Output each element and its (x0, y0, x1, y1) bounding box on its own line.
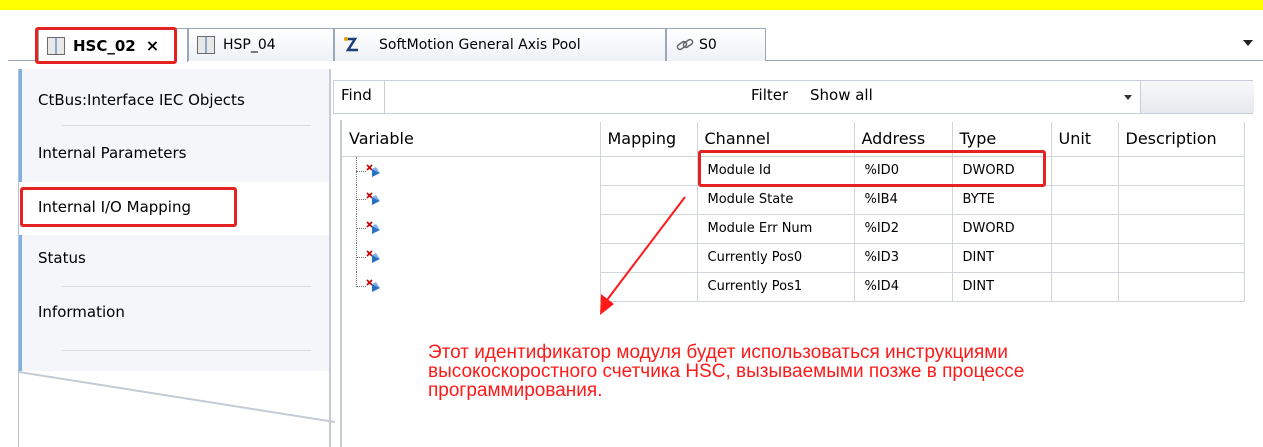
annotation-line: Этот идентификатор модуля будет использо… (428, 342, 1008, 363)
annotation-line: высокоскоростного счетчика HSC, вызываем… (428, 361, 1025, 382)
annotation-text: Этот идентификатор модуля будет использо… (428, 343, 1208, 400)
annotation-line: программирования. (428, 380, 603, 401)
